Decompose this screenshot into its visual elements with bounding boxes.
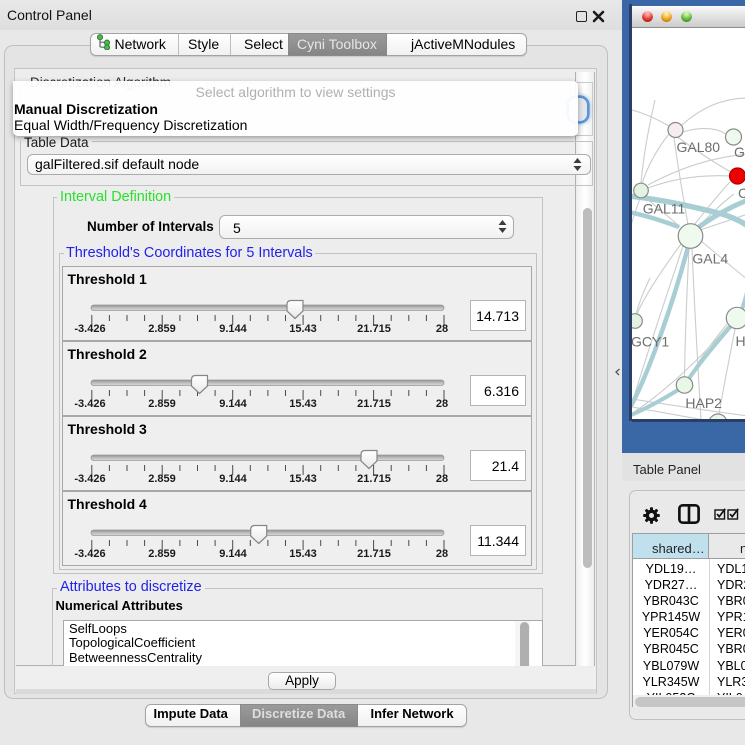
svg-text:C: C <box>738 185 745 201</box>
svg-text:HAP2: HAP2 <box>685 395 722 411</box>
svg-text:GAL4: GAL4 <box>692 251 728 267</box>
svg-text:GAL11: GAL11 <box>643 201 686 217</box>
svg-text:GA: GA <box>734 144 745 160</box>
svg-text:GCY1: GCY1 <box>632 334 669 350</box>
svg-text:GAL80: GAL80 <box>677 139 721 155</box>
svg-text:H: H <box>736 333 745 349</box>
